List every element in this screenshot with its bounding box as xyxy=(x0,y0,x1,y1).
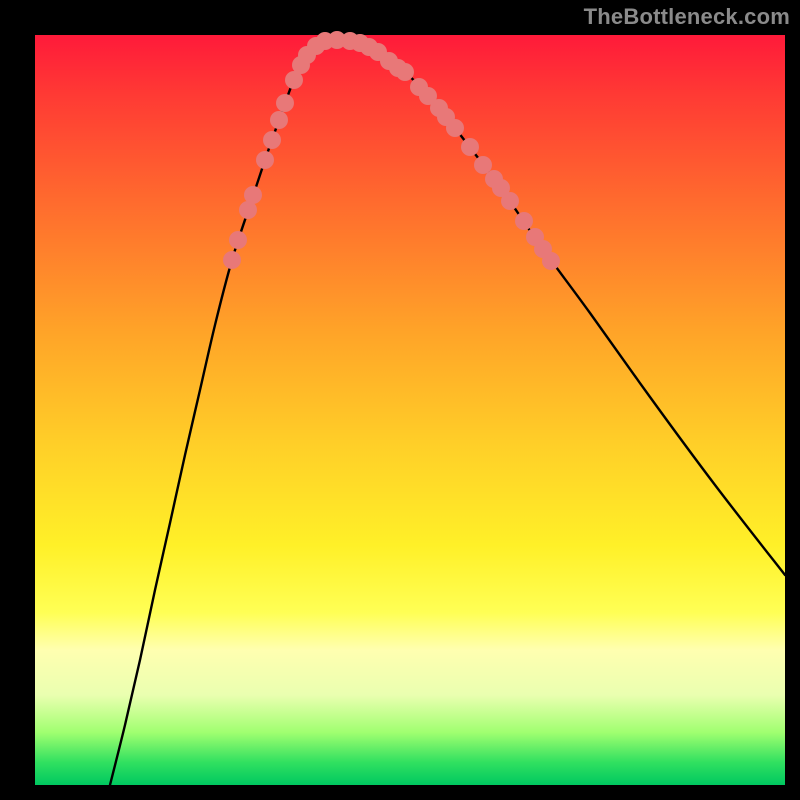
marker-dot xyxy=(501,192,519,210)
curve-markers xyxy=(223,31,560,270)
marker-dot xyxy=(276,94,294,112)
marker-dot xyxy=(229,231,247,249)
marker-dot xyxy=(256,151,274,169)
marker-dot xyxy=(461,138,479,156)
marker-dot xyxy=(474,156,492,174)
marker-dot xyxy=(244,186,262,204)
marker-dot xyxy=(542,252,560,270)
marker-dot xyxy=(223,251,241,269)
curve-svg xyxy=(35,35,785,785)
watermark-text: TheBottleneck.com xyxy=(584,4,790,30)
chart-frame: TheBottleneck.com xyxy=(0,0,800,800)
marker-dot xyxy=(515,212,533,230)
marker-dot xyxy=(270,111,288,129)
plot-area xyxy=(35,35,785,785)
marker-dot xyxy=(263,131,281,149)
marker-dot xyxy=(396,63,414,81)
bottleneck-curve xyxy=(110,40,785,785)
marker-dot xyxy=(446,119,464,137)
